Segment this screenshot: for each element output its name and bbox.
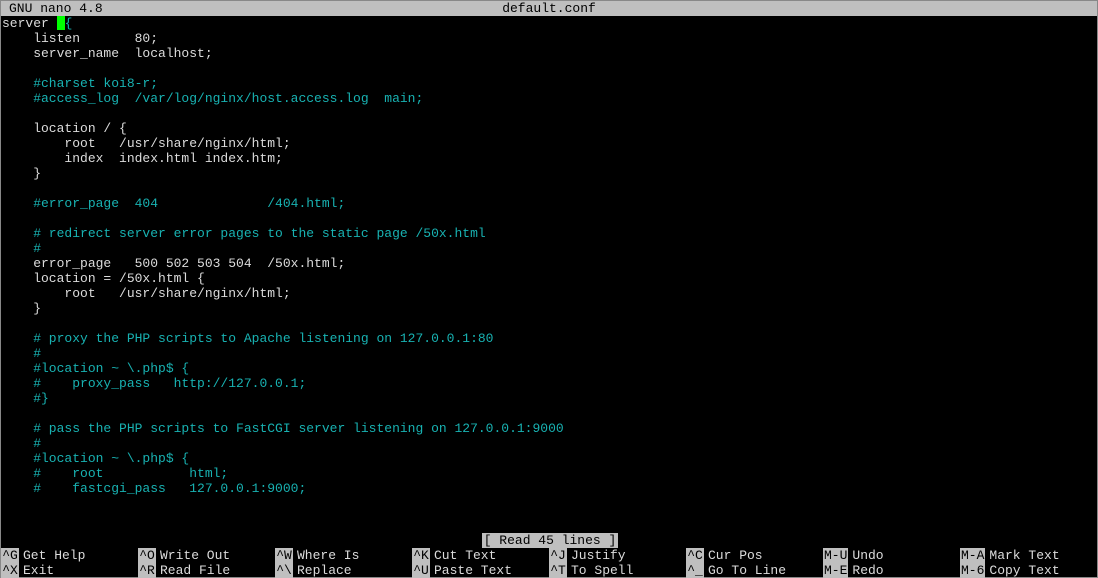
editor-line[interactable]: #} xyxy=(2,391,1096,406)
shortcut-item[interactable]: ^TTo Spell xyxy=(549,563,686,578)
shortcut-item[interactable]: ^RRead File xyxy=(138,563,275,578)
shortcut-item[interactable]: ^OWrite Out xyxy=(138,548,275,563)
editor-line[interactable] xyxy=(2,406,1096,421)
shortcut-label: Read File xyxy=(156,563,230,578)
shortcut-key: ^R xyxy=(138,563,156,578)
shortcut-item[interactable]: ^UPaste Text xyxy=(412,563,549,578)
shortcut-label: Cut Text xyxy=(430,548,496,563)
status-bar: [ Read 45 lines ] xyxy=(1,533,1098,548)
editor-line[interactable] xyxy=(2,61,1096,76)
shortcut-label: Cur Pos xyxy=(704,548,763,563)
editor-line[interactable] xyxy=(2,181,1096,196)
editor-line[interactable]: # pass the PHP scripts to FastCGI server… xyxy=(2,421,1096,436)
editor-line[interactable]: # proxy the PHP scripts to Apache listen… xyxy=(2,331,1096,346)
shortcut-label: Get Help xyxy=(19,548,85,563)
shortcut-label: Undo xyxy=(848,548,883,563)
shortcut-key: ^G xyxy=(1,548,19,563)
file-name: default.conf xyxy=(502,1,596,16)
shortcut-label: Paste Text xyxy=(430,563,512,578)
editor-line[interactable]: #access_log /var/log/nginx/host.access.l… xyxy=(2,91,1096,106)
editor-line[interactable]: #location ~ \.php$ { xyxy=(2,451,1096,466)
shortcut-label: Replace xyxy=(293,563,352,578)
shortcut-bar: ^GGet Help^OWrite Out^WWhere Is^KCut Tex… xyxy=(1,548,1098,578)
shortcut-label: Exit xyxy=(19,563,54,578)
shortcut-item[interactable]: M-6Copy Text xyxy=(960,563,1097,578)
shortcut-key: M-A xyxy=(960,548,985,563)
editor-line[interactable]: # proxy_pass http://127.0.0.1; xyxy=(2,376,1096,391)
editor-line[interactable]: } xyxy=(2,301,1096,316)
editor-line[interactable]: location = /50x.html { xyxy=(2,271,1096,286)
editor-line[interactable]: # fastcgi_pass 127.0.0.1:9000; xyxy=(2,481,1096,496)
editor-line[interactable]: # xyxy=(2,241,1096,256)
editor-line[interactable]: #charset koi8-r; xyxy=(2,76,1096,91)
shortcut-key: ^W xyxy=(275,548,293,563)
shortcut-key: ^X xyxy=(1,563,19,578)
shortcut-key: M-E xyxy=(823,563,848,578)
shortcut-key: ^U xyxy=(412,563,430,578)
editor-line[interactable]: # redirect server error pages to the sta… xyxy=(2,226,1096,241)
shortcut-key: ^O xyxy=(138,548,156,563)
editor-line[interactable]: root /usr/share/nginx/html; xyxy=(2,136,1096,151)
editor-line[interactable]: } xyxy=(2,166,1096,181)
shortcut-item[interactable]: M-AMark Text xyxy=(960,548,1097,563)
shortcut-key: M-6 xyxy=(960,563,985,578)
shortcut-item[interactable]: ^CCur Pos xyxy=(686,548,823,563)
editor-line[interactable]: index index.html index.htm; xyxy=(2,151,1096,166)
shortcut-key: M-U xyxy=(823,548,848,563)
title-bar: GNU nano 4.8 default.conf xyxy=(1,1,1097,16)
shortcut-item[interactable]: ^WWhere Is xyxy=(275,548,412,563)
editor-line[interactable]: listen 80; xyxy=(2,31,1096,46)
shortcut-label: Copy Text xyxy=(985,563,1059,578)
editor-line[interactable] xyxy=(2,106,1096,121)
shortcut-key: ^K xyxy=(412,548,430,563)
shortcut-item[interactable]: ^JJustify xyxy=(549,548,686,563)
shortcut-label: Go To Line xyxy=(704,563,786,578)
editor-line[interactable] xyxy=(2,316,1096,331)
status-message: [ Read 45 lines ] xyxy=(482,533,619,548)
editor-line[interactable]: server_name localhost; xyxy=(2,46,1096,61)
shortcut-label: Redo xyxy=(848,563,883,578)
editor-line[interactable]: error_page 500 502 503 504 /50x.html; xyxy=(2,256,1096,271)
app-name: GNU nano 4.8 xyxy=(9,1,103,16)
editor-line[interactable]: server { xyxy=(2,16,1096,31)
shortcut-key: ^\ xyxy=(275,563,293,578)
shortcut-key: ^T xyxy=(549,563,567,578)
editor-area[interactable]: server { listen 80; server_name localhos… xyxy=(1,16,1097,496)
shortcut-item[interactable]: ^\Replace xyxy=(275,563,412,578)
shortcut-label: Mark Text xyxy=(985,548,1059,563)
shortcut-label: Justify xyxy=(567,548,626,563)
shortcut-item[interactable]: ^KCut Text xyxy=(412,548,549,563)
editor-line[interactable] xyxy=(2,211,1096,226)
editor-line[interactable]: # xyxy=(2,436,1096,451)
shortcut-label: To Spell xyxy=(567,563,633,578)
shortcut-key: ^J xyxy=(549,548,567,563)
shortcut-item[interactable]: M-ERedo xyxy=(823,563,960,578)
shortcut-item[interactable]: M-UUndo xyxy=(823,548,960,563)
editor-line[interactable]: # root html; xyxy=(2,466,1096,481)
shortcut-item[interactable]: ^GGet Help xyxy=(1,548,138,563)
editor-line[interactable]: #error_page 404 /404.html; xyxy=(2,196,1096,211)
editor-line[interactable]: #location ~ \.php$ { xyxy=(2,361,1096,376)
editor-line[interactable]: location / { xyxy=(2,121,1096,136)
cursor xyxy=(57,16,65,30)
shortcut-label: Write Out xyxy=(156,548,230,563)
shortcut-key: ^C xyxy=(686,548,704,563)
shortcut-item[interactable]: ^XExit xyxy=(1,563,138,578)
shortcut-label: Where Is xyxy=(293,548,359,563)
shortcut-item[interactable]: ^_Go To Line xyxy=(686,563,823,578)
shortcut-key: ^_ xyxy=(686,563,704,578)
editor-line[interactable]: # xyxy=(2,346,1096,361)
editor-line[interactable]: root /usr/share/nginx/html; xyxy=(2,286,1096,301)
